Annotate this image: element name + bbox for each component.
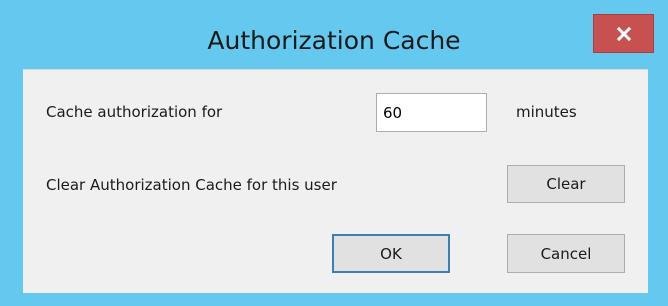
clear-button[interactable]: Clear bbox=[507, 165, 625, 203]
ok-button[interactable]: OK bbox=[332, 234, 450, 273]
cache-duration-input[interactable] bbox=[376, 93, 487, 132]
dialog-window: Authorization Cache Cache authorization … bbox=[0, 0, 668, 306]
cache-duration-label: Cache authorization for bbox=[46, 103, 223, 121]
minutes-unit-label: minutes bbox=[516, 103, 577, 121]
close-icon bbox=[617, 27, 631, 41]
close-button[interactable] bbox=[593, 14, 654, 53]
dialog-title: Authorization Cache bbox=[207, 26, 461, 55]
dialog-body: Cache authorization for minutes Clear Au… bbox=[23, 69, 648, 293]
clear-cache-label: Clear Authorization Cache for this user bbox=[46, 176, 337, 194]
title-bar[interactable]: Authorization Cache bbox=[0, 0, 668, 68]
cancel-button[interactable]: Cancel bbox=[507, 234, 625, 273]
